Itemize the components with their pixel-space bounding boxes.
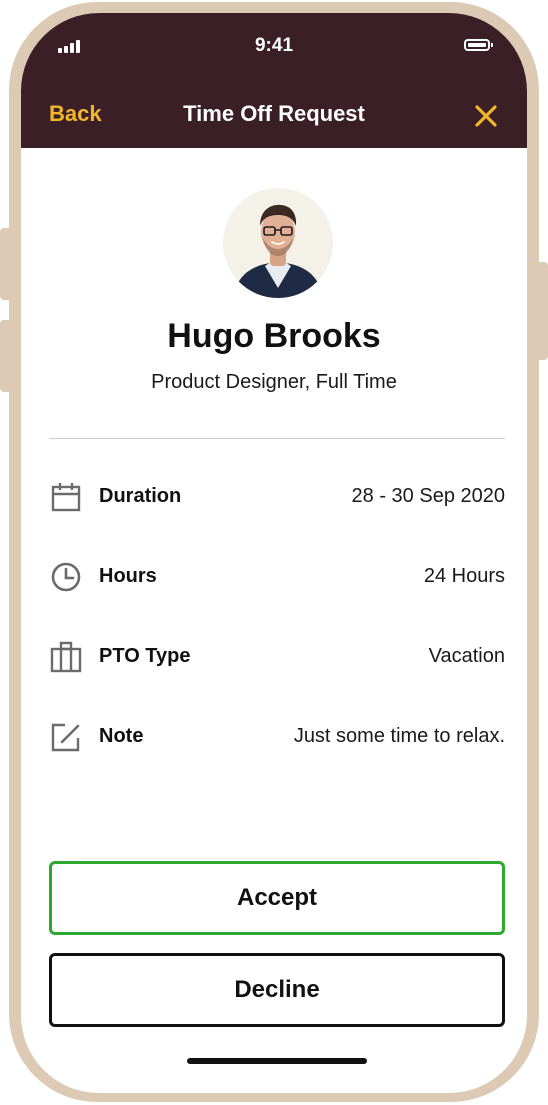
detail-row-duration: Duration 28 - 30 Sep 2020 <box>49 480 505 514</box>
detail-value: Vacation <box>428 645 505 667</box>
avatar <box>223 188 333 298</box>
accept-button[interactable]: Accept <box>49 861 505 935</box>
decline-button[interactable]: Decline <box>49 953 505 1027</box>
power-button <box>534 262 548 360</box>
screen: 9:41 Back Time Off Request Hugo Brooks P… <box>21 13 527 1093</box>
detail-value: Just some time to relax. <box>293 725 505 747</box>
volume-down-button <box>0 320 14 392</box>
calendar-icon <box>49 480 83 514</box>
volume-up-button <box>0 228 14 300</box>
building-icon <box>49 640 83 674</box>
detail-value: 28 - 30 Sep 2020 <box>351 485 505 507</box>
detail-value: 24 Hours <box>423 565 505 587</box>
home-indicator[interactable] <box>187 1058 367 1064</box>
divider <box>49 438 505 439</box>
status-bar: 9:41 <box>21 13 527 73</box>
header-bar: 9:41 Back Time Off Request <box>21 13 527 148</box>
detail-label: Note <box>99 725 144 747</box>
clock-icon <box>49 560 83 594</box>
detail-row-pto-type: PTO Type Vacation <box>49 640 505 674</box>
close-icon[interactable] <box>473 103 499 129</box>
detail-label: Hours <box>99 565 157 587</box>
edit-note-icon <box>49 720 83 754</box>
page-title: Time Off Request <box>183 101 365 126</box>
person-role: Product Designer, Full Time <box>151 371 397 393</box>
person-name: Hugo Brooks <box>167 317 381 355</box>
detail-row-hours: Hours 24 Hours <box>49 560 505 594</box>
battery-icon <box>464 39 493 51</box>
detail-label: Duration <box>99 485 182 507</box>
detail-label: PTO Type <box>99 645 191 667</box>
status-time: 9:41 <box>254 35 294 56</box>
detail-row-note: Note Just some time to relax. <box>49 720 505 754</box>
